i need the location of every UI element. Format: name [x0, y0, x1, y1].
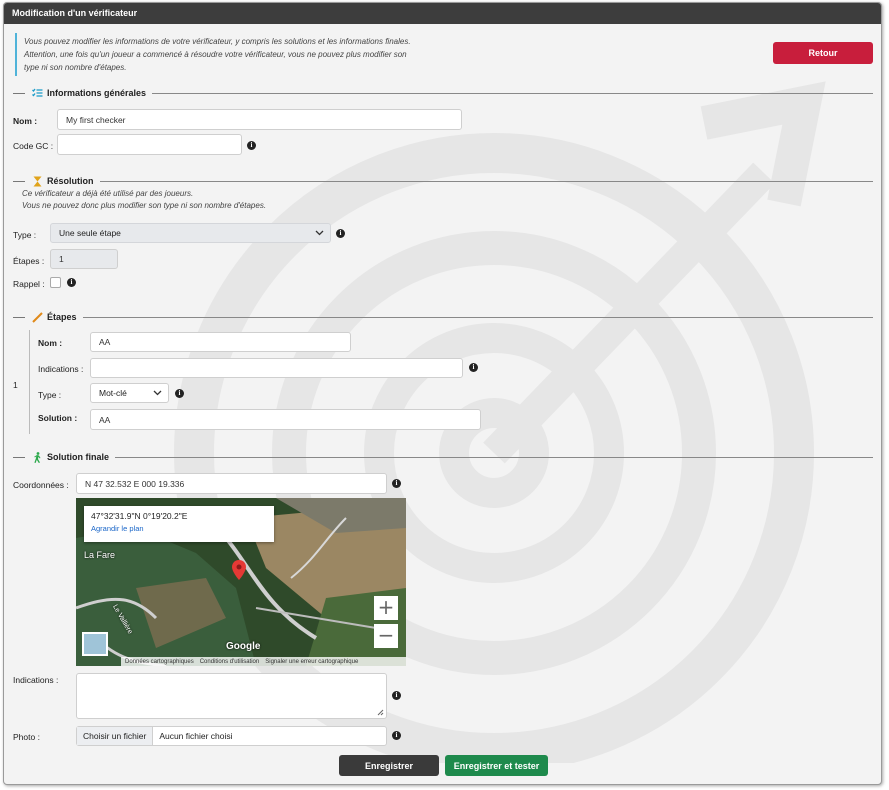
section-final-title: Solution finale: [47, 452, 109, 462]
coords-label: Coordonnées :: [13, 480, 69, 490]
pencil-icon: [31, 311, 43, 323]
map-footer: Données cartographiques Conditions d'uti…: [121, 657, 406, 666]
section-resolution: Résolution: [13, 175, 873, 187]
resolution-note-2: Vous ne pouvez donc plus modifier son ty…: [22, 201, 267, 210]
section-resolution-title: Résolution: [47, 176, 94, 186]
gc-code-label: Code GC :: [13, 141, 54, 151]
map-type-thumbnail[interactable]: [82, 632, 108, 656]
zoom-in-button[interactable]: +: [374, 596, 398, 620]
map-card-coords: 47°32'31.9"N 0°19'20.2"E: [91, 511, 188, 521]
resize-handle-icon[interactable]: [377, 709, 384, 716]
chevron-down-icon: [153, 388, 162, 398]
type-label: Type :: [13, 230, 37, 240]
back-button[interactable]: Retour: [773, 42, 873, 64]
step-type-select[interactable]: Mot-clé: [90, 383, 169, 403]
name-input[interactable]: My first checker: [57, 109, 462, 130]
step-index: 1: [13, 380, 18, 390]
intro-line-1: Vous pouvez modifier les informations de…: [24, 37, 411, 46]
map-place-label: La Fare: [84, 550, 116, 560]
coords-info-icon[interactable]: i: [392, 479, 401, 488]
section-general: Informations générales: [13, 87, 873, 99]
reminder-checkbox[interactable]: [50, 277, 61, 288]
step-hints-label: Indications :: [38, 364, 84, 374]
final-hints-info-icon[interactable]: i: [392, 691, 401, 700]
reminder-info-icon[interactable]: i: [67, 278, 76, 287]
section-steps: Étapes: [13, 311, 873, 323]
name-label: Nom :: [13, 116, 38, 126]
gc-code-input[interactable]: [57, 134, 242, 155]
window-title: Modification d'un vérificateur: [4, 3, 881, 24]
resolution-note-1: Ce vérificateur a déjà été utilisé par d…: [22, 189, 194, 198]
type-select[interactable]: Une seule étape: [50, 223, 331, 243]
step-name-input[interactable]: AA: [90, 332, 351, 352]
final-hints-label: Indications :: [13, 675, 59, 685]
photo-info-icon[interactable]: i: [392, 731, 401, 740]
map-footer-data[interactable]: Données cartographiques: [125, 659, 194, 665]
step-name-label: Nom :: [38, 338, 63, 348]
intro-notice: Vous pouvez modifier les informations de…: [15, 33, 445, 76]
map-pin-icon[interactable]: [232, 560, 246, 582]
intro-line-3: type ni son nombre d'étapes.: [24, 63, 127, 72]
photo-label: Photo :: [13, 732, 40, 742]
step-hints-info-icon[interactable]: i: [469, 363, 478, 372]
verifier-edit-panel: Modification d'un vérificateur Vous pouv…: [3, 2, 882, 785]
save-button[interactable]: Enregistrer: [339, 755, 439, 776]
final-hints-textarea[interactable]: [76, 673, 387, 719]
steps-count-input: 1: [50, 249, 118, 269]
hourglass-icon: [31, 175, 43, 187]
intro-line-2: Attention, une fois qu'un joueur a comme…: [24, 50, 407, 59]
save-and-test-button[interactable]: Enregistrer et tester: [445, 755, 548, 776]
file-status: Aucun fichier choisi: [159, 731, 233, 741]
location-map[interactable]: La Fare Le Vallière 47°32'31.9"N 0°19'20…: [76, 498, 406, 666]
steps-divider: [29, 330, 30, 434]
type-select-value: Une seule étape: [59, 228, 121, 238]
map-info-card: 47°32'31.9"N 0°19'20.2"E Agrandir le pla…: [84, 506, 274, 542]
step-type-info-icon[interactable]: i: [175, 389, 184, 398]
reminder-label: Rappel :: [13, 279, 45, 289]
section-general-title: Informations générales: [47, 88, 147, 98]
list-check-icon: [31, 87, 43, 99]
map-footer-terms[interactable]: Conditions d'utilisation: [200, 659, 260, 665]
step-type-label: Type :: [38, 390, 62, 400]
map-footer-report[interactable]: Signaler une erreur cartographique: [265, 659, 358, 665]
gc-code-info-icon[interactable]: i: [247, 141, 256, 150]
choose-file-button[interactable]: Choisir un fichier: [77, 727, 154, 745]
walking-person-icon: [31, 451, 43, 463]
google-logo: Google: [226, 641, 261, 652]
section-final: Solution finale: [13, 451, 873, 463]
step-solution-input[interactable]: AA: [90, 409, 481, 430]
step-solution-label: Solution :: [38, 413, 78, 423]
coords-input[interactable]: N 47 32.532 E 000 19.336: [76, 473, 387, 494]
photo-file-input[interactable]: Choisir un fichier Aucun fichier choisi: [76, 726, 387, 746]
map-enlarge-link[interactable]: Agrandir le plan: [91, 524, 267, 533]
type-info-icon[interactable]: i: [336, 229, 345, 238]
zoom-out-button[interactable]: −: [374, 624, 398, 648]
steps-count-label: Étapes :: [13, 256, 45, 266]
section-steps-title: Étapes: [47, 312, 77, 322]
chevron-down-icon: [315, 228, 324, 238]
step-hints-input[interactable]: [90, 358, 463, 378]
step-type-value: Mot-clé: [99, 388, 127, 398]
